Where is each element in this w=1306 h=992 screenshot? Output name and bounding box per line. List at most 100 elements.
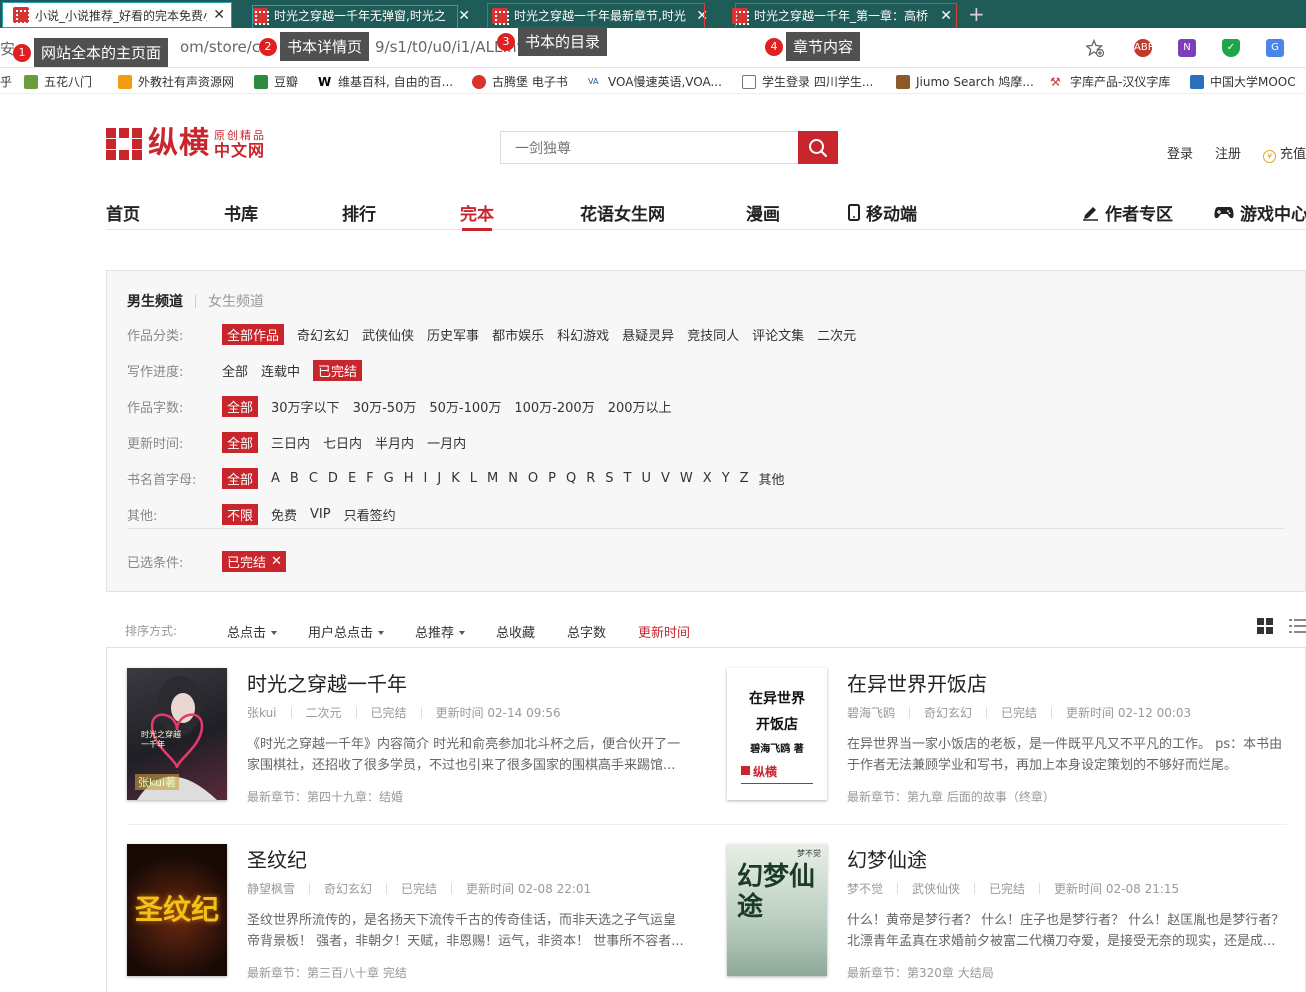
filter-option[interactable]: 30万字以下 xyxy=(271,397,340,416)
filter-option[interactable]: Y xyxy=(722,471,730,486)
bookmark-item[interactable]: 古腾堡 电子书 xyxy=(472,73,568,90)
filter-option[interactable]: 30万-50万 xyxy=(353,397,417,416)
shield-extension-icon[interactable]: ✓ xyxy=(1222,39,1240,57)
sort-recommend[interactable]: 总推荐 xyxy=(415,622,466,641)
filter-option[interactable]: O xyxy=(528,471,538,486)
bookmark-item[interactable]: 学生登录 四川学生... xyxy=(742,73,873,90)
filter-option[interactable]: B xyxy=(290,471,299,486)
filter-option[interactable]: H xyxy=(404,471,414,486)
bookmark-item[interactable]: 豆瓣 xyxy=(254,73,298,90)
book-genre[interactable]: 二次元 xyxy=(306,704,342,721)
bookmark-item[interactable]: W 维基百科, 自由的百... xyxy=(318,73,453,90)
nav-huayu[interactable]: 花语女生网 xyxy=(580,200,665,225)
nav-home[interactable]: 首页 xyxy=(106,200,140,225)
filter-option[interactable]: 武侠仙侠 xyxy=(362,325,414,344)
book-author[interactable]: 静望枫雪 xyxy=(247,880,295,897)
register-link[interactable]: 注册 xyxy=(1215,143,1241,163)
book-author[interactable]: 张kui xyxy=(247,704,277,721)
site-logo[interactable]: 纵横 原创精品 中文网 xyxy=(106,128,266,160)
bookmark-item[interactable]: 外教社有声资源网 xyxy=(118,73,234,90)
filter-option[interactable]: 二次元 xyxy=(817,325,856,344)
book-latest-chapter[interactable]: 最新章节：第九章 后面的故事（终章） xyxy=(847,788,1055,805)
book-cover[interactable]: 幻梦仙途 梦不觉 xyxy=(727,844,827,976)
filter-option[interactable]: K xyxy=(451,471,460,486)
filter-option[interactable]: C xyxy=(309,471,318,486)
book-genre[interactable]: 武侠仙侠 xyxy=(912,880,960,897)
grid-view-icon[interactable] xyxy=(1256,617,1274,635)
filter-option[interactable]: 奇幻玄幻 xyxy=(297,325,349,344)
filter-option[interactable]: VIP xyxy=(310,507,331,522)
adblock-extension-icon[interactable]: ABP xyxy=(1134,39,1154,57)
bookmark-item[interactable]: 乎 xyxy=(0,73,12,90)
new-tab-plus-icon[interactable]: + xyxy=(968,2,985,26)
filter-option[interactable]: 连载中 xyxy=(261,361,300,380)
address-bar[interactable]: 安 om/store/c 9/s1/t0/u0/i1/ALL.htm ABP N… xyxy=(0,28,1306,68)
book-author[interactable]: 碧海飞鸥 xyxy=(847,704,895,721)
bookmark-item[interactable]: VA VOA慢速英语,VOA... xyxy=(588,73,722,90)
filter-option[interactable]: 都市娱乐 xyxy=(492,325,544,344)
filter-option[interactable]: 一月内 xyxy=(427,433,466,452)
book-latest-chapter[interactable]: 最新章节：第三百八十章 完结 xyxy=(247,964,407,981)
filter-option[interactable]: I xyxy=(424,471,428,486)
translate-extension-icon[interactable]: G xyxy=(1266,39,1284,57)
filter-option[interactable]: 三日内 xyxy=(271,433,310,452)
filter-option[interactable]: T xyxy=(624,471,632,486)
filter-option[interactable]: D xyxy=(328,471,338,486)
book-genre[interactable]: 奇幻玄幻 xyxy=(324,880,372,897)
book-cover[interactable]: 圣纹纪 xyxy=(127,844,227,976)
filter-option[interactable]: N xyxy=(508,471,518,486)
filter-option[interactable]: 其他 xyxy=(759,469,785,488)
remove-filter-icon[interactable]: ✕ xyxy=(271,554,282,569)
filter-option[interactable]: Q xyxy=(566,471,576,486)
filter-option[interactable]: 评论文集 xyxy=(752,325,804,344)
search-input[interactable] xyxy=(500,131,798,164)
filter-option[interactable]: Z xyxy=(740,471,749,486)
bookmark-star-icon[interactable] xyxy=(1086,39,1104,57)
filter-option[interactable]: 200万以上 xyxy=(608,397,672,416)
book-cover[interactable]: 时光之穿越一千年 张kui著 xyxy=(127,668,227,800)
filter-option[interactable]: 半月内 xyxy=(375,433,414,452)
bookmark-item[interactable]: Jiumo Search 鸠摩... xyxy=(896,73,1034,90)
channel-female[interactable]: 女生频道 xyxy=(208,291,264,311)
channel-male[interactable]: 男生频道 xyxy=(127,291,183,311)
filter-option[interactable]: W xyxy=(680,471,693,486)
nav-mobile[interactable]: 移动端 xyxy=(848,200,917,225)
filter-option[interactable]: F xyxy=(366,471,373,486)
sort-wordcount[interactable]: 总字数 xyxy=(567,622,606,641)
search-button[interactable] xyxy=(798,131,838,164)
filter-option[interactable]: A xyxy=(271,471,280,486)
filter-option[interactable]: X xyxy=(703,471,712,486)
filter-option[interactable]: U xyxy=(642,471,652,486)
bookmark-item[interactable]: 中国大学MOOC xyxy=(1190,73,1296,90)
close-icon[interactable]: ✕ xyxy=(458,8,470,24)
filter-option[interactable]: M xyxy=(487,471,498,486)
book-title[interactable]: 在异世界开饭店 xyxy=(847,668,987,697)
book-author[interactable]: 梦不觉 xyxy=(847,880,883,897)
sort-favorites[interactable]: 总收藏 xyxy=(496,622,535,641)
filter-option[interactable]: R xyxy=(586,471,595,486)
book-genre[interactable]: 奇幻玄幻 xyxy=(924,704,972,721)
chosen-filter-chip[interactable]: 已完结 ✕ xyxy=(222,550,286,572)
book-title[interactable]: 时光之穿越一千年 xyxy=(247,668,407,697)
filter-option[interactable]: J xyxy=(437,471,441,486)
nav-library[interactable]: 书库 xyxy=(224,200,258,225)
nav-author[interactable]: 作者专区 xyxy=(1082,200,1173,225)
filter-option[interactable]: 100万-200万 xyxy=(514,397,594,416)
filter-option[interactable]: G xyxy=(384,471,394,486)
nav-games[interactable]: 游戏中心 xyxy=(1214,200,1306,225)
close-icon[interactable]: ✕ xyxy=(213,7,225,23)
filter-option[interactable]: 科幻游戏 xyxy=(557,325,609,344)
filter-option[interactable]: 七日内 xyxy=(323,433,362,452)
list-view-icon[interactable] xyxy=(1288,617,1306,635)
filter-option[interactable]: V xyxy=(661,471,670,486)
sort-user-clicks[interactable]: 用户总点击 xyxy=(308,622,385,641)
onenote-extension-icon[interactable]: N xyxy=(1178,39,1196,57)
browser-tab-1[interactable]: 小说_小说推荐_好看的完本免费小 ✕ xyxy=(2,2,232,28)
nav-comics[interactable]: 漫画 xyxy=(746,200,780,225)
book-title[interactable]: 圣纹纪 xyxy=(247,844,307,873)
filter-option[interactable]: 竞技同人 xyxy=(687,325,739,344)
nav-completed[interactable]: 完本 xyxy=(460,200,494,231)
filter-option[interactable]: 不限 xyxy=(222,503,259,525)
filter-option[interactable]: 只看签约 xyxy=(344,505,396,524)
filter-option[interactable]: 全部作品 xyxy=(222,323,285,345)
